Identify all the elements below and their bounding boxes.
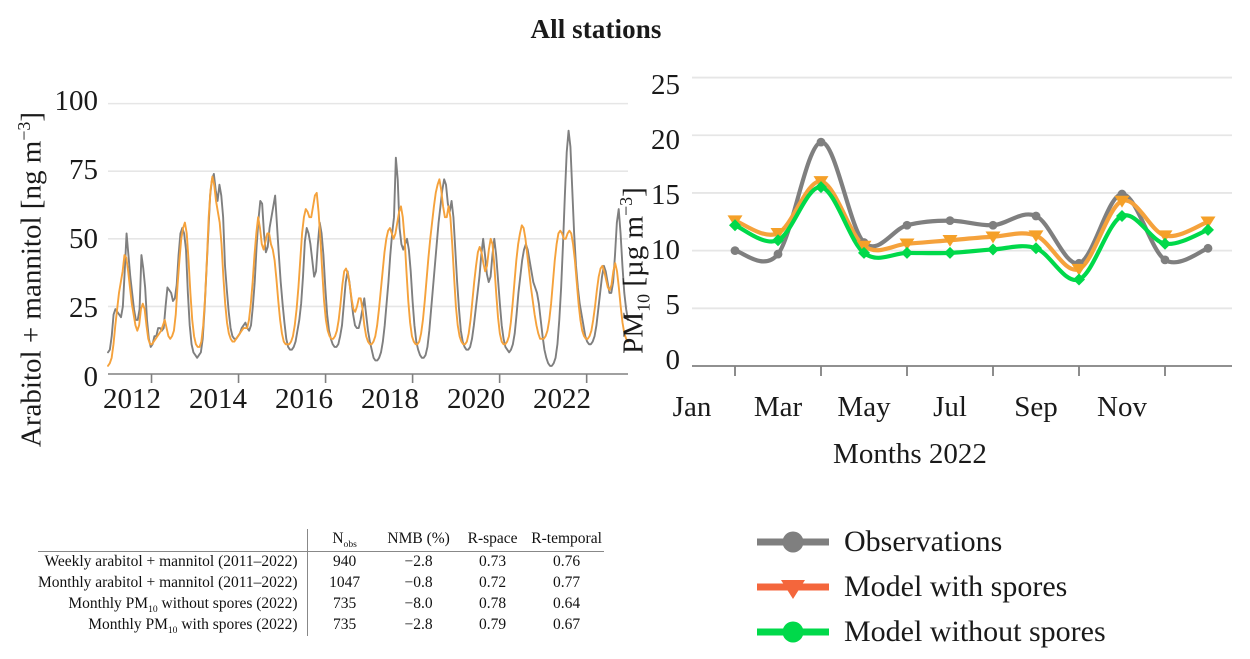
left-ytick-50: 50	[69, 223, 98, 255]
circle-marker-icon	[782, 531, 804, 552]
right-ytick-20: 20	[651, 124, 680, 156]
left-chart-panel: Arabitol + mannitol [ng m−3] 100 75 50 2…	[0, 60, 640, 447]
table-body: Weekly arabitol + mannitol (2011–2022) 94…	[38, 551, 604, 636]
right-ytick-10: 10	[651, 234, 680, 266]
right-xtick-may: May	[837, 391, 891, 423]
right-chart-panel: PM10 [µg m−3] 25 20 15 10 5 0 Jan Mar Ma…	[600, 60, 1250, 469]
diamond-marker-icon	[901, 246, 913, 259]
table-row: Weekly arabitol + mannitol (2011–2022) 94…	[38, 551, 604, 573]
table-cell-nmb: −2.8	[404, 553, 433, 570]
left-y-axis-label: Arabitol + mannitol [ng m−3]	[14, 85, 48, 475]
legend-label-observations: Observations	[844, 524, 1003, 558]
circle-marker-icon	[816, 137, 826, 147]
diamond-marker-icon	[944, 246, 956, 259]
legend-item-model-without-spores: Model without spores	[755, 609, 1106, 654]
right-ytick-25: 25	[651, 69, 680, 101]
table-cell-rtemporal: 0.64	[553, 595, 581, 612]
figure-title-text: All stations	[530, 14, 662, 44]
table-cell-nmb: −8.0	[404, 595, 433, 612]
left-ytick-25: 25	[69, 292, 98, 324]
table-row-label: Monthly PM10 with spores (2022)	[38, 615, 308, 636]
right-xtick-jan: Jan	[672, 391, 712, 423]
diamond-marker-icon	[987, 243, 999, 256]
table-cell-nmb: −2.8	[404, 616, 433, 633]
left-plot-area	[107, 102, 629, 383]
table-header: Nobs NMB (%) R-space R-temporal	[38, 529, 604, 552]
table-row: Monthly PM10 with spores (2022) 735 −2.8 0.…	[38, 615, 604, 636]
right-gridlines	[692, 76, 1232, 310]
left-series-lines	[107, 129, 629, 367]
right-series-lines	[732, 140, 1211, 283]
circle-marker-icon	[782, 621, 804, 642]
circle-marker-icon	[730, 246, 740, 256]
circle-marker-icon	[1160, 255, 1170, 265]
chart-legend: Observations Model with spores Model wit…	[755, 519, 1106, 654]
legend-label-model-without-spores: Model without spores	[844, 614, 1106, 648]
table-cell-rtemporal: 0.77	[553, 574, 581, 591]
right-xtick-jul: Jul	[933, 391, 967, 423]
circle-marker-icon	[773, 249, 783, 259]
table-cell-nobs: 735	[332, 595, 357, 612]
table-row: Monthly PM10 without spores (2022) 735 −8.…	[38, 594, 604, 615]
right-ytick-15: 15	[651, 179, 680, 211]
table-header-row: Nobs NMB (%) R-space R-temporal	[38, 529, 604, 552]
table-header-nmb: NMB (%)	[387, 530, 450, 547]
figure-title: All stations	[0, 14, 1250, 45]
table-cell-rspace: 0.79	[479, 616, 507, 633]
left-x-tickmarks	[150, 374, 588, 383]
table-row-label: Weekly arabitol + mannitol (2011–2022)	[38, 551, 308, 573]
right-x-tickmarks	[734, 366, 1166, 376]
left-ytick-75: 75	[69, 154, 98, 186]
right-x-axis-label: Months 2022	[833, 438, 987, 470]
legend-item-observations: Observations	[755, 519, 1106, 564]
legend-item-model-with-spores: Model with spores	[755, 564, 1106, 609]
right-ytick-5: 5	[665, 289, 681, 321]
legend-label-model-with-spores: Model with spores	[844, 569, 1068, 603]
left-ytick-100: 100	[54, 85, 99, 117]
table-cell-nobs: 735	[332, 616, 357, 633]
table-cell-rtemporal: 0.67	[553, 616, 581, 633]
left-gridlines	[108, 102, 628, 308]
table-header-rspace: R-space	[467, 530, 518, 547]
table-header-rtemporal: R-temporal	[531, 530, 602, 547]
right-plot-area	[692, 76, 1232, 376]
table-row-label: Monthly PM10 without spores (2022)	[38, 594, 308, 615]
circle-marker-icon	[1203, 243, 1213, 253]
table-header-nobs: Nobs	[332, 530, 357, 551]
table-cell-nobs: 1047	[329, 574, 361, 591]
table-cell-rspace: 0.73	[479, 553, 507, 570]
right-ytick-0: 0	[665, 344, 681, 376]
legend-swatch-model-with-spores	[757, 579, 829, 599]
right-xtick-sep: Sep	[1014, 391, 1058, 423]
left-series-observations	[107, 129, 629, 367]
table-cell-nmb: −0.8	[404, 574, 433, 591]
right-xtick-mar: Mar	[753, 391, 803, 423]
right-series-model-with-spores	[732, 179, 1211, 272]
table-header-blank	[38, 529, 308, 552]
right-xtick-nov: Nov	[1097, 391, 1147, 423]
table-row-label: Monthly arabitol + mannitol (2011–2022)	[38, 573, 308, 594]
circle-marker-icon	[945, 216, 955, 226]
table-cell-rspace: 0.72	[479, 574, 507, 591]
circle-marker-icon	[1031, 211, 1041, 221]
diamond-marker-icon	[1159, 237, 1171, 250]
legend-swatch-model-without-spores	[757, 621, 829, 642]
legend-swatch-observations	[757, 531, 829, 552]
table-row: Monthly arabitol + mannitol (2011–2022) 1…	[38, 573, 604, 594]
table-cell-rtemporal: 0.76	[553, 553, 581, 570]
statistics-table: Nobs NMB (%) R-space R-temporal Weekly a…	[38, 529, 604, 636]
left-y-axis-label-sup: −3	[13, 121, 34, 141]
circle-marker-icon	[902, 220, 912, 230]
table-cell-rspace: 0.78	[479, 595, 507, 612]
right-series-model-without-spores	[732, 185, 1211, 283]
table-cell-nobs: 940	[332, 553, 357, 570]
circle-marker-icon	[988, 220, 998, 230]
